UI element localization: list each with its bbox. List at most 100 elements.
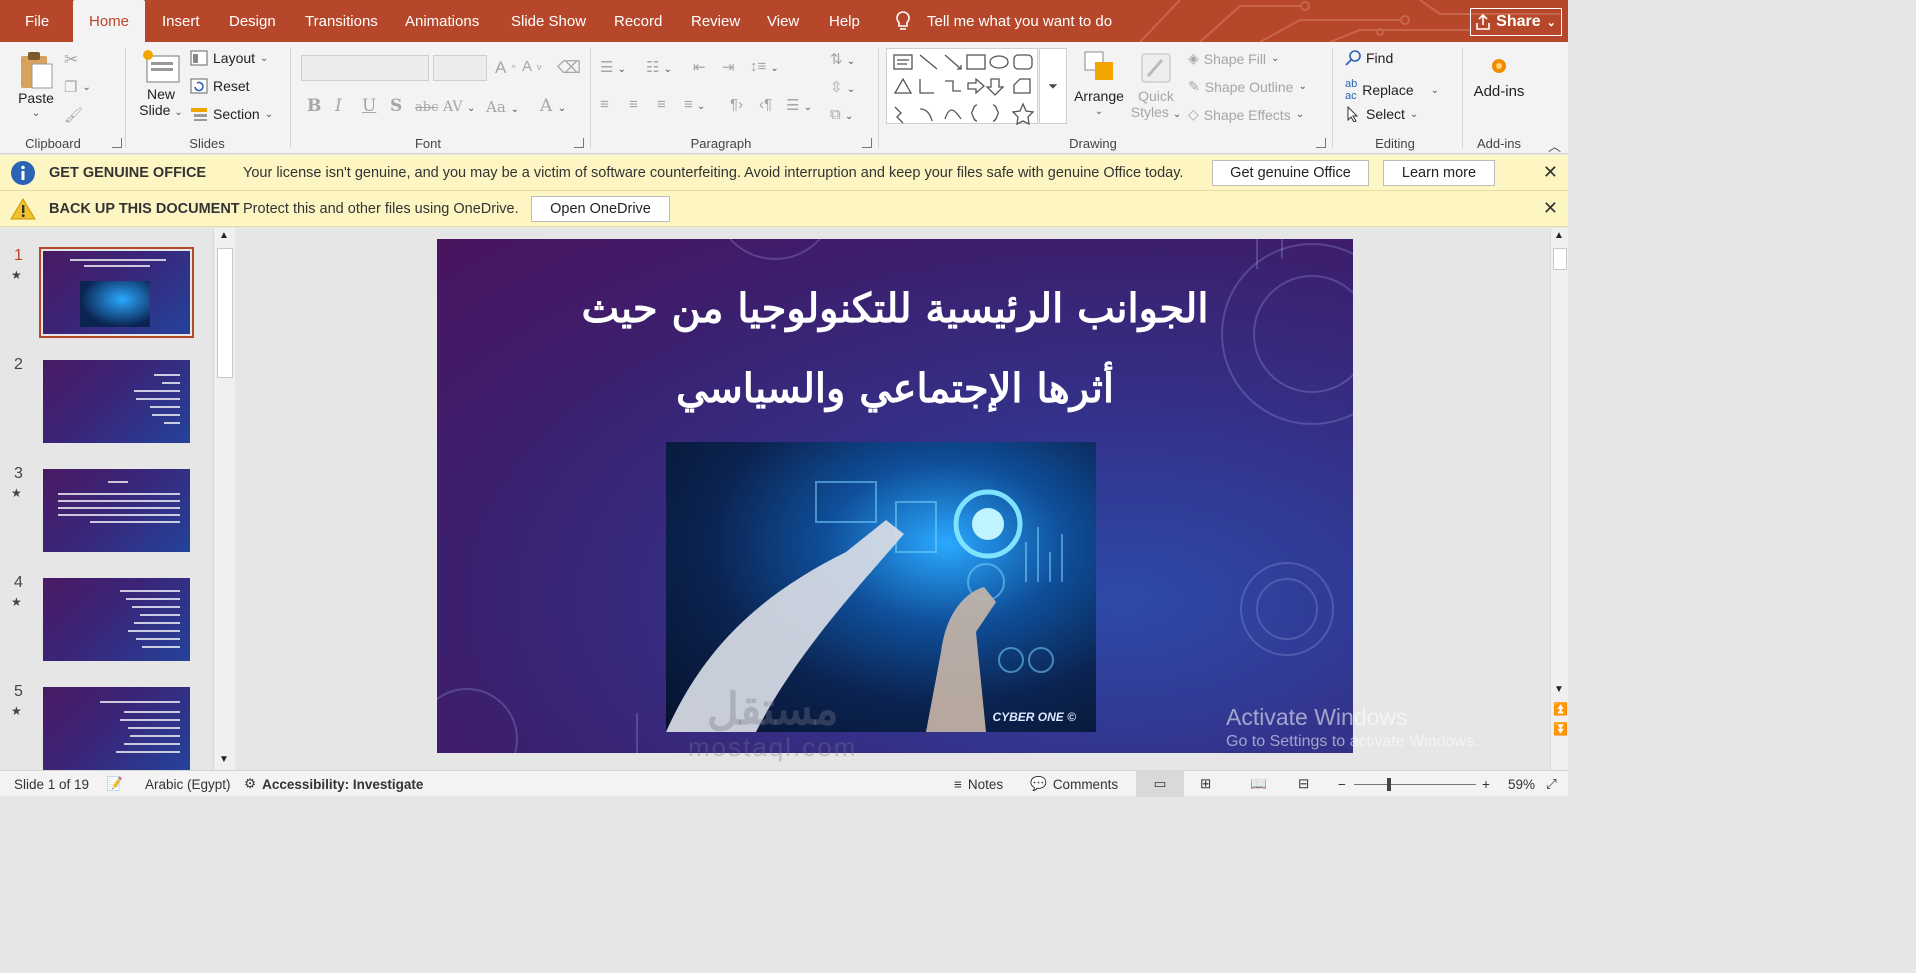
section-button[interactable]: Section ⌄ — [190, 106, 273, 122]
scroll-thumb[interactable] — [217, 248, 233, 378]
arrange-button[interactable]: Arrange ⌄ — [1070, 48, 1128, 120]
tab-transitions[interactable]: Transitions — [305, 0, 378, 42]
new-slide-button[interactable]: New Slide ⌄ — [136, 48, 186, 121]
slide-title-line-2[interactable]: أثرها الإجتماعي والسياسي — [437, 365, 1353, 412]
scroll-down-icon[interactable]: ▼ — [1554, 684, 1564, 695]
align-right-icon[interactable]: ≡ — [657, 96, 666, 113]
shrink-font-button[interactable]: Av — [522, 58, 542, 75]
tab-home[interactable]: Home — [73, 0, 145, 42]
scroll-thumb[interactable] — [1553, 248, 1567, 270]
underline-button[interactable]: U — [362, 96, 376, 116]
thumbnail-slide-4[interactable] — [43, 578, 190, 661]
tell-me-box[interactable]: Tell me what you want to do — [893, 0, 1112, 42]
tab-insert[interactable]: Insert — [162, 0, 200, 42]
bullets-icon[interactable]: ☰ ⌄ — [600, 58, 626, 76]
tab-file[interactable]: File — [25, 0, 49, 42]
zoom-slider-thumb[interactable] — [1387, 778, 1391, 791]
shape-fill-button[interactable]: ◈ Shape Fill ⌄ — [1188, 50, 1279, 67]
notes-button[interactable]: ≡ Notes — [954, 771, 1003, 797]
add-ins-button[interactable]: Add-ins — [1468, 52, 1530, 100]
accessibility-button[interactable]: ⚙ Accessibility: Investigate — [244, 771, 423, 797]
close-icon[interactable]: ✕ — [1543, 162, 1558, 183]
normal-view-icon[interactable]: ▭ — [1136, 771, 1184, 797]
format-painter-icon[interactable]: 🖌 — [64, 106, 83, 124]
zoom-out-icon[interactable]: − — [1338, 771, 1346, 797]
text-direction-icon[interactable]: ⇅ ⌄ — [830, 50, 855, 68]
increase-indent-icon[interactable]: ⇥ — [722, 58, 735, 76]
slide-sorter-icon[interactable]: ⊞ — [1200, 771, 1211, 797]
learn-more-button[interactable]: Learn more — [1383, 160, 1495, 186]
select-button[interactable]: Select ⌄ — [1345, 106, 1418, 122]
previous-slide-icon[interactable]: ⏫ — [1553, 702, 1568, 716]
comments-button[interactable]: 💬 Comments — [1030, 771, 1118, 797]
scroll-up-icon[interactable]: ▲ — [219, 230, 229, 241]
shapes-more-button[interactable]: ⏷ — [1039, 48, 1067, 124]
next-slide-icon[interactable]: ⏬ — [1553, 722, 1568, 736]
scroll-up-icon[interactable]: ▲ — [1554, 230, 1564, 241]
change-case-button[interactable]: Aa ⌄ — [486, 98, 519, 116]
thumbnail-slide-1[interactable] — [39, 247, 194, 338]
zoom-slider[interactable] — [1354, 784, 1476, 785]
slide-scrollbar[interactable]: ▲ ▼ ⏫ ⏬ — [1550, 228, 1568, 770]
tab-review[interactable]: Review — [691, 0, 740, 42]
thumbnail-slide-2[interactable] — [43, 360, 190, 443]
clipboard-launcher-icon[interactable] — [112, 138, 122, 148]
tab-slide-show[interactable]: Slide Show — [511, 0, 586, 42]
open-onedrive-button[interactable]: Open OneDrive — [531, 196, 670, 222]
numbering-icon[interactable]: ☷ ⌄ — [646, 58, 672, 76]
spelling-check-icon[interactable]: 📝 — [106, 771, 123, 797]
slideshow-view-icon[interactable]: ⊟ — [1298, 771, 1309, 797]
smartart-icon[interactable]: ⧉ ⌄ — [830, 106, 853, 123]
line-spacing-icon[interactable]: ↕≡ ⌄ — [750, 58, 779, 75]
thumbnail-slide-3[interactable] — [43, 469, 190, 552]
tab-help[interactable]: Help — [829, 0, 860, 42]
align-left-icon[interactable]: ≡ — [600, 96, 609, 113]
align-text-icon[interactable]: ⇳ ⌄ — [830, 78, 855, 96]
slide-title-line-1[interactable]: الجوانب الرئيسية للتكنولوجيا من حيث — [437, 285, 1353, 332]
reading-view-icon[interactable]: 📖 — [1250, 771, 1267, 797]
current-slide[interactable]: الجوانب الرئيسية للتكنولوجيا من حيث أثره… — [437, 239, 1353, 753]
char-spacing-button[interactable]: AV ⌄ — [443, 99, 475, 115]
grow-font-button[interactable]: A ^ — [495, 58, 516, 78]
shape-effects-button[interactable]: ◇ Shape Effects ⌄ — [1188, 106, 1304, 123]
italic-button[interactable]: I — [335, 96, 342, 116]
zoom-in-icon[interactable]: + — [1482, 771, 1490, 797]
tab-record[interactable]: Record — [614, 0, 662, 42]
rtl-icon[interactable]: ‹¶ — [759, 96, 772, 113]
font-name-combo[interactable] — [301, 55, 429, 81]
justify-icon[interactable]: ≡ ⌄ — [684, 96, 705, 113]
get-genuine-office-button[interactable]: Get genuine Office — [1212, 160, 1369, 186]
zoom-level[interactable]: 59% — [1508, 771, 1535, 797]
tab-design[interactable]: Design — [229, 0, 276, 42]
thumbnail-slide-5[interactable] — [43, 687, 190, 770]
shadow-button[interactable]: S — [390, 96, 402, 116]
cut-icon[interactable]: ✂ — [64, 50, 78, 70]
font-size-combo[interactable] — [433, 55, 487, 81]
replace-button[interactable]: ab ac Replace ⌄ — [1345, 78, 1439, 102]
tab-view[interactable]: View — [767, 0, 799, 42]
font-color-button[interactable]: A ⌄ — [540, 96, 566, 116]
align-center-icon[interactable]: ≡ — [629, 96, 638, 113]
drawing-launcher-icon[interactable] — [1316, 138, 1326, 148]
shapes-gallery[interactable] — [886, 48, 1038, 126]
language-indicator[interactable]: Arabic (Egypt) — [145, 771, 231, 797]
layout-button[interactable]: Layout ⌄ — [190, 50, 268, 66]
find-button[interactable]: Find — [1345, 50, 1393, 66]
reset-button[interactable]: Reset — [190, 78, 250, 94]
strikethrough-button[interactable]: abc — [415, 100, 438, 115]
share-button[interactable]: Share ⌄ — [1470, 8, 1562, 36]
thumbnail-scrollbar[interactable]: ▲ ▼ — [213, 228, 235, 770]
scroll-down-icon[interactable]: ▼ — [219, 754, 229, 765]
bold-button[interactable]: B — [307, 96, 321, 116]
font-launcher-icon[interactable] — [574, 138, 584, 148]
columns-icon[interactable]: ☰ ⌄ — [786, 96, 812, 114]
copy-icon[interactable]: ❐ ⌄ — [64, 78, 91, 96]
paste-button[interactable]: Paste ⌄ — [14, 48, 58, 122]
collapse-ribbon-icon[interactable]: ︿ — [1548, 136, 1561, 155]
paragraph-launcher-icon[interactable] — [862, 138, 872, 148]
close-icon[interactable]: ✕ — [1543, 198, 1558, 219]
tab-animations[interactable]: Animations — [405, 0, 479, 42]
ltr-icon[interactable]: ¶› — [730, 96, 743, 113]
clear-formatting-icon[interactable]: ⌫ — [557, 58, 581, 78]
decrease-indent-icon[interactable]: ⇤ — [693, 58, 706, 76]
